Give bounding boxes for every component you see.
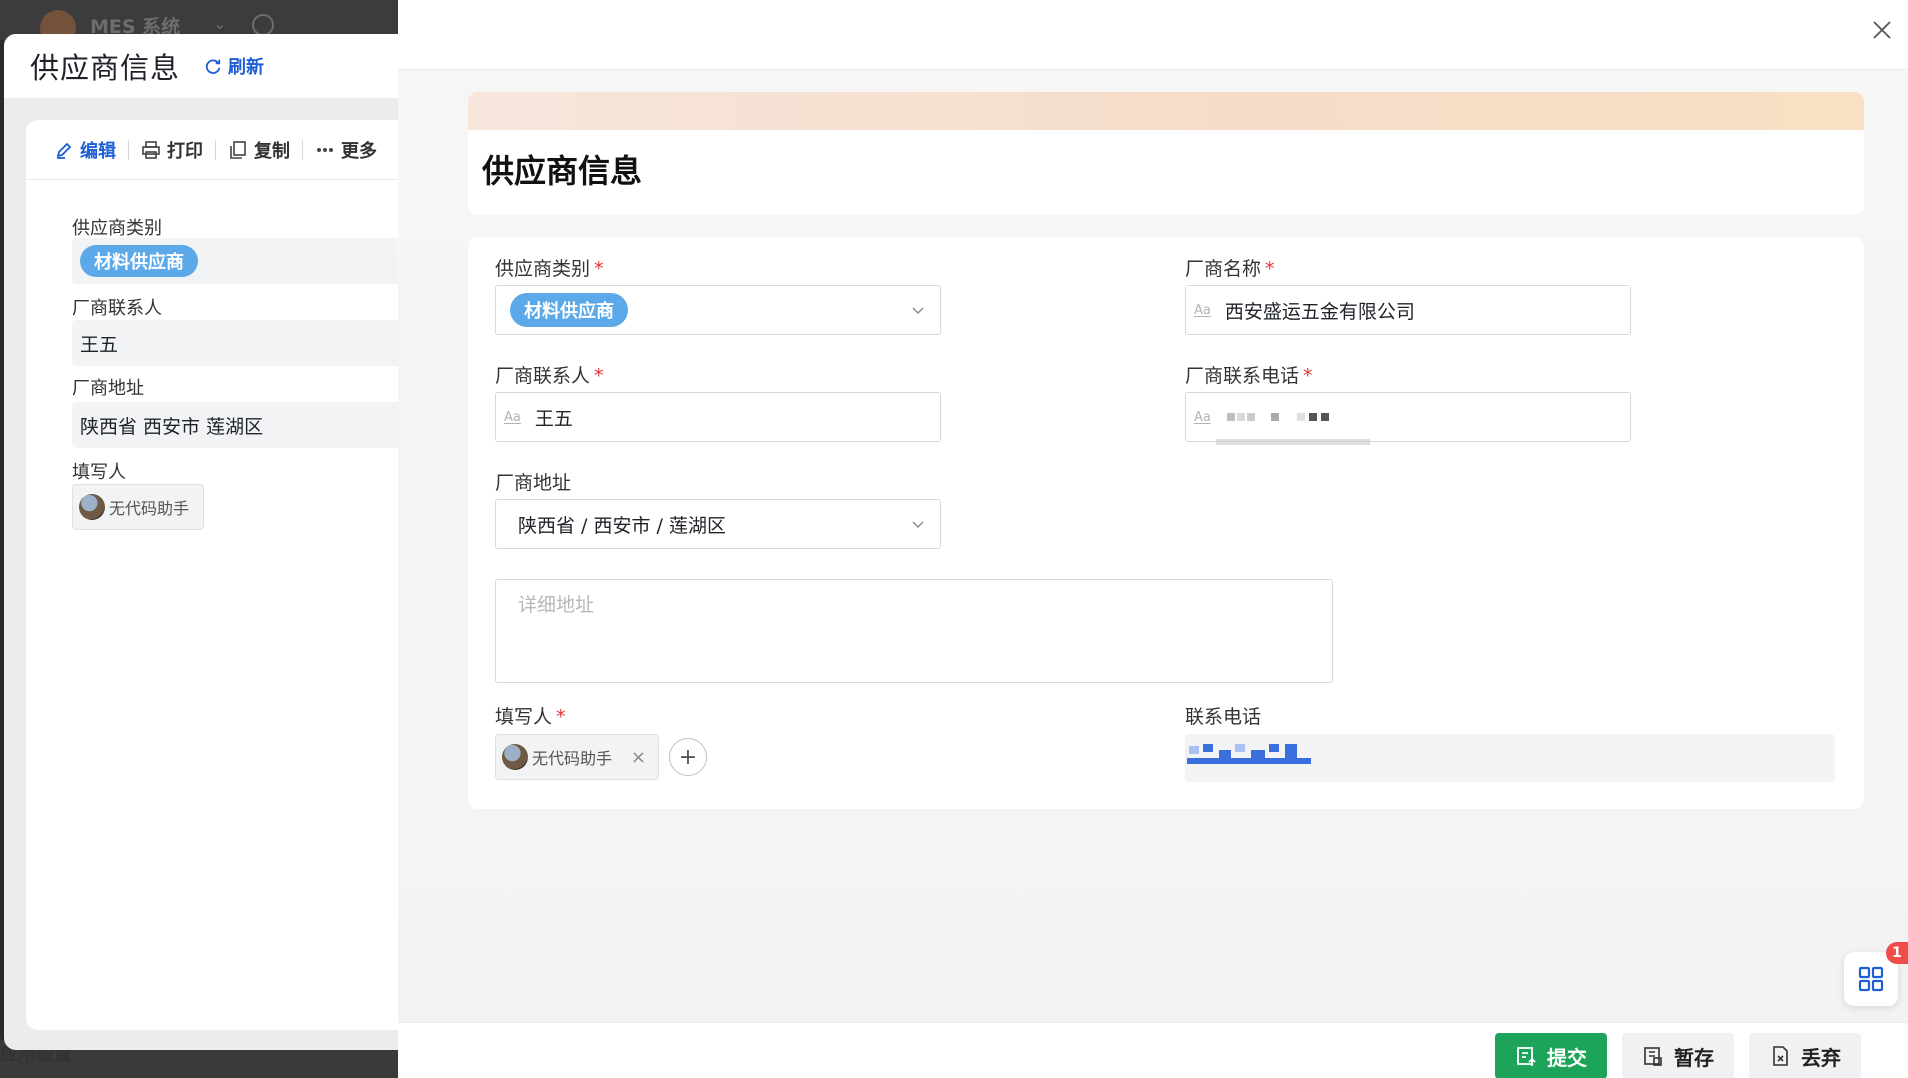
grid-icon	[1858, 966, 1884, 992]
title-banner	[468, 92, 1864, 130]
more-button[interactable]: 更多	[315, 137, 377, 163]
contact-label-text: 厂商联系人	[495, 365, 591, 387]
category-select[interactable]: 材料供应商	[495, 285, 941, 335]
copy-icon	[230, 140, 246, 159]
print-button[interactable]: 打印	[141, 137, 203, 163]
print-label: 打印	[167, 140, 203, 162]
form-title: 供应商信息	[482, 152, 643, 190]
refresh-label: 刷新	[228, 57, 265, 78]
contact-phone-field	[1185, 734, 1835, 782]
contact-field-label: 厂商联系人 *	[495, 361, 604, 388]
discard-label: 丢弃	[1801, 1045, 1841, 1070]
text-type-icon: Aa	[1194, 409, 1211, 425]
vendor-name-field-label: 厂商名称 *	[1185, 254, 1275, 281]
divider	[128, 139, 129, 160]
category-label-text: 供应商类别	[495, 258, 591, 280]
vendor-name-input[interactable]: Aa 西安盛运五金有限公司	[1185, 285, 1631, 335]
add-person-button[interactable]: +	[669, 738, 707, 776]
address-label: 厂商地址	[72, 378, 144, 399]
detail-address-textarea[interactable]: 详细地址	[495, 579, 1333, 683]
category-tag: 材料供应商	[510, 293, 628, 327]
address-cascader[interactable]: 陕西省 / 西安市 / 莲湖区	[495, 499, 941, 549]
redacted-phone	[1225, 407, 1345, 427]
avatar	[502, 744, 528, 770]
category-label: 供应商类别	[72, 218, 162, 239]
save-draft-icon	[1644, 1047, 1662, 1066]
vendor-phone-input[interactable]: Aa	[1185, 392, 1631, 445]
more-label: 更多	[341, 140, 377, 162]
contact-input[interactable]: Aa 王五	[495, 392, 941, 442]
required-mark: *	[556, 706, 566, 728]
contact-value: 王五	[534, 407, 573, 430]
detail-card: 编辑 打印 复制 更多 供应商类别 材料供应商 厂商联系人 王五 厂商地址 陕西…	[26, 120, 404, 1030]
plus-icon: +	[678, 744, 698, 770]
filler-name: 无代码助手	[532, 749, 613, 768]
more-dots-icon	[317, 147, 333, 152]
required-mark: *	[594, 365, 604, 387]
address-value: 陕西省 西安市 莲湖区	[72, 402, 404, 448]
notification-badge: 1	[1886, 942, 1908, 964]
submit-button[interactable]: 提交	[1495, 1033, 1607, 1078]
required-mark: *	[1265, 258, 1275, 280]
edit-label: 编辑	[80, 140, 116, 162]
category-tag: 材料供应商	[80, 245, 198, 277]
filler-chip[interactable]: 无代码助手 ×	[495, 734, 659, 780]
chevron-down-icon	[912, 521, 924, 528]
form-title-card: 供应商信息	[468, 92, 1864, 215]
copy-button[interactable]: 复制	[228, 137, 290, 163]
filler-label: 填写人	[72, 462, 126, 483]
filler-chip: 无代码助手	[72, 484, 205, 530]
refresh-button[interactable]: 刷新	[204, 53, 264, 79]
divider	[302, 139, 303, 160]
detail-header: 供应商信息 刷新	[4, 34, 404, 98]
drawer-header	[398, 0, 1908, 70]
chevron-down-icon	[912, 307, 924, 314]
drawer-body: 供应商信息 供应商类别 * 材料供应商 厂商名称 * Aa 西安盛运五金有限公司 厂…	[398, 70, 1908, 1022]
save-draft-label: 暂存	[1674, 1045, 1714, 1070]
copy-label: 复制	[254, 140, 290, 162]
detail-title: 供应商信息	[30, 51, 181, 85]
divider	[215, 139, 216, 160]
filler-label-text: 填写人	[495, 706, 553, 728]
contact-label: 厂商联系人	[72, 298, 162, 319]
save-draft-button[interactable]: 暂存	[1622, 1033, 1734, 1078]
avatar	[79, 494, 105, 520]
address-field-label: 厂商地址	[495, 472, 572, 494]
pencil-icon	[56, 142, 72, 159]
info-icon	[252, 14, 274, 36]
vendor-name-value: 西安盛运五金有限公司	[1224, 300, 1415, 323]
edit-button[interactable]: 编辑	[54, 137, 116, 163]
redaction-bar	[1216, 439, 1370, 445]
vendor-name-label-text: 厂商名称	[1185, 258, 1262, 280]
text-type-icon: Aa	[1194, 302, 1211, 318]
filler-name: 无代码助手	[109, 499, 190, 518]
record-detail-panel: 供应商信息 刷新 编辑 打印 复制 更多 供应商类别 材料供应商 厂商联系人 王…	[4, 34, 404, 1050]
remove-icon[interactable]: ×	[631, 747, 646, 768]
detail-toolbar: 编辑 打印 复制 更多	[26, 120, 404, 180]
submit-icon	[1517, 1047, 1536, 1066]
detail-address-placeholder: 详细地址	[518, 594, 595, 616]
printer-icon	[142, 140, 160, 159]
contact-value: 王五	[72, 320, 404, 366]
form-card: 供应商类别 * 材料供应商 厂商名称 * Aa 西安盛运五金有限公司 厂商联系人 * …	[468, 237, 1864, 809]
category-field-label: 供应商类别 *	[495, 254, 604, 281]
text-type-icon: Aa	[504, 409, 521, 425]
filler-field-label: 填写人 *	[495, 702, 566, 729]
discard-button[interactable]: 丢弃	[1749, 1033, 1861, 1078]
vendor-phone-label-text: 厂商联系电话	[1185, 365, 1300, 387]
submit-label: 提交	[1547, 1045, 1587, 1070]
close-icon[interactable]	[1870, 18, 1894, 42]
discard-icon	[1773, 1046, 1788, 1066]
category-value: 材料供应商	[72, 238, 404, 284]
form-drawer: 供应商信息 供应商类别 * 材料供应商 厂商名称 * Aa 西安盛运五金有限公司 厂…	[398, 0, 1908, 1078]
required-mark: *	[1303, 365, 1313, 387]
redacted-contact-phone	[1185, 744, 1325, 772]
address-value: 陕西省 / 西安市 / 莲湖区	[518, 514, 726, 537]
refresh-icon	[205, 59, 221, 74]
contact-phone-field-label: 联系电话	[1185, 706, 1262, 728]
vendor-phone-field-label: 厂商联系电话 *	[1185, 361, 1313, 388]
required-mark: *	[594, 258, 604, 280]
drawer-footer: 提交 暂存 丢弃	[398, 1022, 1908, 1078]
chevron-down-icon: ⌄	[213, 14, 227, 33]
